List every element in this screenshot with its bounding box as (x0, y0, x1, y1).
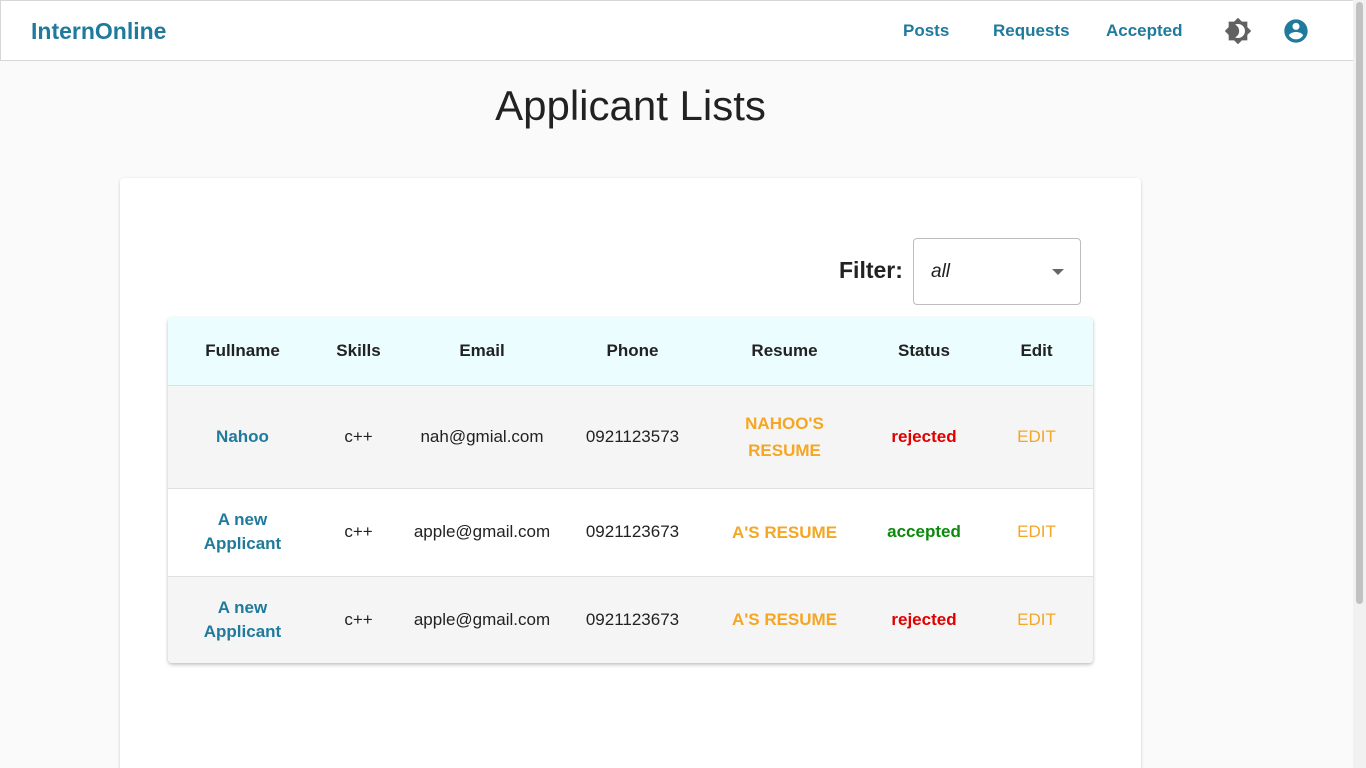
resume-cell: A'S RESUME (701, 488, 868, 576)
skills-cell: c++ (344, 522, 373, 541)
column-header-resume: Resume (751, 340, 818, 360)
edit-button[interactable]: EDIT (1017, 610, 1056, 629)
table-header: Fullname Skills Email Phone Resume Statu… (168, 317, 1093, 385)
chevron-down-icon (1052, 269, 1064, 275)
status-cell: rejected (868, 576, 980, 663)
nav-link-posts[interactable]: Posts (903, 21, 949, 41)
column-header-email: Email (459, 340, 505, 360)
status-badge: accepted (887, 522, 961, 541)
vertical-scrollbar[interactable] (1353, 0, 1366, 768)
column-header-fullname: Fullname (205, 340, 280, 360)
resume-cell: A'S RESUME (701, 576, 868, 663)
status-cell: rejected (868, 385, 980, 488)
resume-link[interactable]: A'S RESUME (732, 523, 837, 542)
table-row: A new Applicant c++ apple@gmail.com 0921… (168, 488, 1093, 576)
fullname-cell: A new Applicant (168, 576, 317, 663)
status-badge: rejected (891, 609, 957, 629)
table-row: Nahoo c++ nah@gmial.com 0921123573 NAHOO… (168, 385, 1093, 488)
applicant-name-link[interactable]: Nahoo (216, 427, 269, 446)
phone-cell: 0921123573 (585, 426, 680, 446)
status-cell: accepted (868, 488, 980, 576)
status-badge: rejected (891, 426, 957, 446)
column-header-edit: Edit (1020, 340, 1053, 360)
nav-link-requests[interactable]: Requests (993, 21, 1070, 41)
applicants-table: Fullname Skills Email Phone Resume Statu… (168, 317, 1093, 663)
skills-cell: c++ (344, 426, 373, 446)
table-header-row: Fullname Skills Email Phone Resume Statu… (168, 317, 1093, 385)
email-cell: apple@gmail.com (413, 609, 551, 629)
scrollbar-thumb[interactable] (1356, 2, 1363, 604)
applicant-name-link[interactable]: A new Applicant (204, 510, 281, 553)
column-header-phone: Phone (606, 340, 659, 360)
page-title: Applicant Lists (495, 82, 766, 129)
column-header-status: Status (898, 340, 950, 360)
column-header-skills: Skills (336, 340, 381, 360)
edit-button[interactable]: EDIT (1017, 522, 1056, 541)
fullname-cell: Nahoo (168, 385, 317, 488)
top-navbar: InternOnline Posts Requests Accepted (0, 0, 1353, 61)
resume-cell: NAHOO'S RESUME (701, 385, 868, 488)
theme-toggle-icon[interactable] (1224, 17, 1252, 45)
edit-cell: EDIT (980, 488, 1093, 576)
nav-link-accepted[interactable]: Accepted (1106, 21, 1183, 41)
fullname-cell: A new Applicant (168, 488, 317, 576)
account-circle-icon[interactable] (1282, 17, 1310, 45)
resume-link[interactable]: NAHOO'S RESUME (739, 410, 831, 464)
email-cell: apple@gmail.com (413, 522, 551, 541)
phone-cell: 0921123673 (585, 609, 680, 629)
skills-cell: c++ (344, 609, 373, 629)
phone-cell: 0921123673 (585, 522, 680, 541)
edit-button[interactable]: EDIT (1017, 427, 1056, 446)
edit-cell: EDIT (980, 576, 1093, 663)
table-row: A new Applicant c++ apple@gmail.com 0921… (168, 576, 1093, 663)
app-root: InternOnline Posts Requests Accepted App… (0, 0, 1353, 768)
brand-logo[interactable]: InternOnline (31, 18, 166, 45)
applicants-card: Filter: all Fullname Skills Email Phone … (120, 178, 1141, 768)
filter-label: Filter: (839, 257, 903, 283)
filter-select[interactable]: all (913, 238, 1081, 305)
email-cell: nah@gmial.com (420, 426, 544, 446)
filter-selected-value: all (931, 261, 951, 282)
table-body: Nahoo c++ nah@gmial.com 0921123573 NAHOO… (168, 385, 1093, 663)
applicant-name-link[interactable]: A new Applicant (204, 598, 281, 641)
resume-link[interactable]: A'S RESUME (732, 610, 837, 629)
applicants-table-container: Fullname Skills Email Phone Resume Statu… (168, 317, 1093, 663)
edit-cell: EDIT (980, 385, 1093, 488)
